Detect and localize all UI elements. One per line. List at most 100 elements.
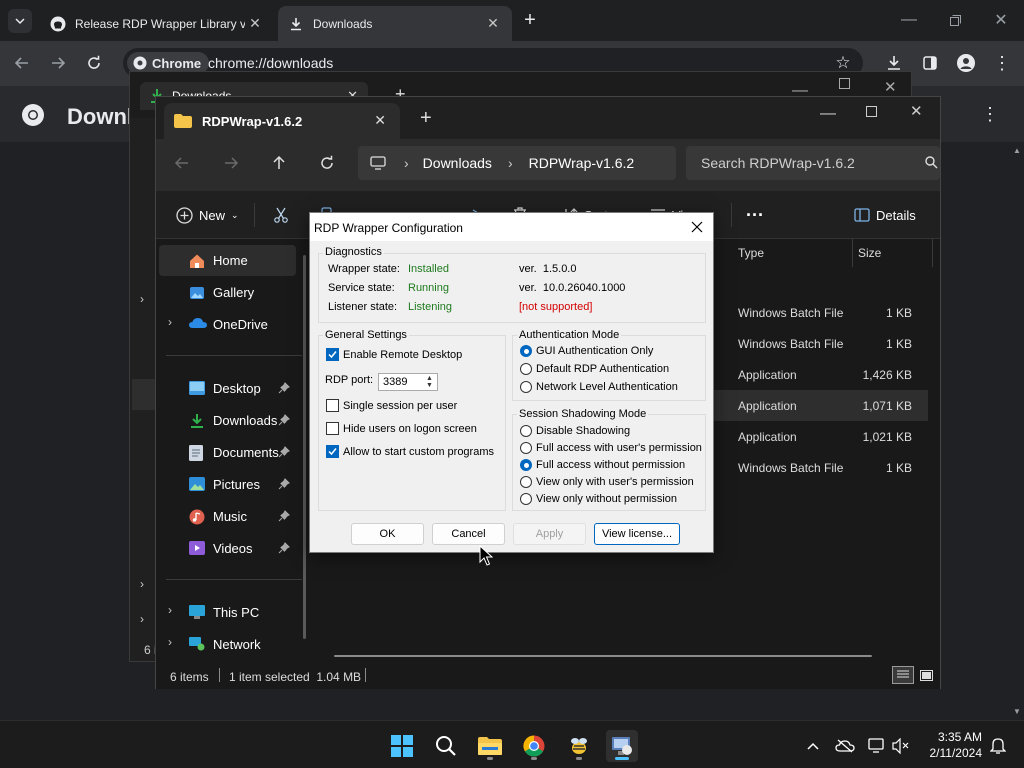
profile-avatar[interactable] (954, 51, 978, 75)
cut-button[interactable] (273, 203, 289, 227)
dialog-titlebar: RDP Wrapper Configuration (310, 213, 713, 241)
tiles-view-button[interactable] (916, 666, 936, 684)
more-options-button[interactable]: ··· (746, 203, 764, 227)
forward-button[interactable] (46, 51, 70, 75)
rdp-port-stepper[interactable]: 3389 ▲ ▼ (378, 373, 438, 391)
tab-close-icon[interactable]: ✕ (484, 14, 502, 32)
close-icon[interactable]: ✕ (374, 112, 386, 129)
close-window-button[interactable]: ✕ (989, 8, 1013, 32)
sidebar-item-videos[interactable]: Videos (159, 533, 296, 564)
bg-chevron-icon[interactable]: › (140, 577, 144, 591)
shadow-full-with-permission-radio[interactable]: Full access with user's permission (520, 442, 702, 454)
breadcrumb[interactable]: › Downloads › RDPWrap-v1.6.2 (358, 146, 676, 180)
sidebar-item-music[interactable]: Music (159, 501, 296, 532)
reload-button[interactable] (82, 51, 106, 75)
tab-close-icon[interactable]: ✕ (246, 14, 264, 32)
allow-custom-programs-checkbox[interactable]: Allow to start custom programs (326, 445, 494, 458)
bg-chevron-icon[interactable]: › (140, 292, 144, 306)
enable-remote-desktop-checkbox[interactable]: Enable Remote Desktop (326, 348, 462, 361)
sidebar-item-pictures[interactable]: Pictures (159, 469, 296, 500)
tab-downloads[interactable]: Downloads ✕ (278, 6, 512, 41)
minimize-button[interactable]: — (897, 8, 921, 32)
page-menu-icon[interactable]: ⋮ (978, 102, 1002, 126)
listener-state-value: Listening (408, 301, 453, 313)
breadcrumb-rdpwrap[interactable]: RDPWrap-v1.6.2 (529, 155, 635, 171)
sidebar-item-desktop[interactable]: Desktop (159, 373, 296, 404)
apply-button[interactable]: Apply (513, 523, 586, 545)
column-type[interactable]: Type (738, 239, 764, 267)
onedrive-tray-button[interactable] (829, 730, 861, 762)
notifications-button[interactable] (982, 730, 1014, 762)
row-type: Windows Batch File (738, 306, 844, 320)
cancel-button[interactable]: Cancel (432, 523, 505, 545)
single-session-checkbox[interactable]: Single session per user (326, 399, 457, 412)
page-scrollbar[interactable]: ▲ ▼ (1008, 142, 1024, 720)
back-button[interactable] (10, 51, 34, 75)
breadcrumb-downloads[interactable]: Downloads (423, 155, 492, 171)
forward-button[interactable] (219, 151, 243, 175)
tab-rdp-release[interactable]: Release RDP Wrapper Library v ✕ (40, 6, 274, 41)
sidebar-item-documents[interactable]: Documents (159, 437, 296, 468)
volume-tray-button[interactable] (885, 730, 917, 762)
file-explorer-taskbar-button[interactable] (474, 730, 506, 762)
search-button[interactable] (430, 730, 462, 762)
maximize-button[interactable] (839, 78, 850, 89)
close-window-button[interactable]: ✕ (884, 78, 897, 96)
restore-button[interactable] (943, 8, 967, 32)
shadow-view-with-permission-radio[interactable]: View only with user's permission (520, 476, 694, 488)
search-input[interactable]: Search RDPWrap-v1.6.2 (686, 146, 940, 180)
auth-nla-radio[interactable]: Network Level Authentication (520, 381, 678, 393)
new-tab-button[interactable]: + (518, 8, 542, 32)
close-button[interactable] (687, 217, 707, 237)
rdp-config-taskbar-button[interactable] (606, 730, 638, 762)
maximize-button[interactable] (866, 106, 877, 117)
nav-pane-scrollbar[interactable] (303, 255, 306, 639)
pin-icon[interactable] (278, 478, 290, 490)
view-license-button[interactable]: View license... (594, 523, 680, 545)
back-button[interactable] (170, 151, 194, 175)
new-button[interactable]: New ⌄ (176, 203, 239, 227)
ok-button[interactable]: OK (351, 523, 424, 545)
details-view-button[interactable] (892, 666, 914, 684)
pin-icon[interactable] (278, 542, 290, 554)
sidebar-item-downloads[interactable]: Downloads (159, 405, 296, 436)
explorer-titlebar: RDPWrap-v1.6.2 ✕ + — ✕ (156, 97, 940, 139)
column-size[interactable]: Size (858, 239, 881, 267)
pin-icon[interactable] (278, 414, 290, 426)
details-button[interactable]: Details (854, 203, 916, 227)
auth-default-rdp-radio[interactable]: Default RDP Authentication (520, 363, 669, 375)
minimize-button[interactable]: — (820, 105, 836, 123)
pin-icon[interactable] (278, 510, 290, 522)
pin-icon[interactable] (278, 446, 290, 458)
bg-chevron-icon[interactable]: › (140, 612, 144, 626)
shadow-view-without-permission-radio[interactable]: View only without permission (520, 493, 677, 505)
explorer-tab[interactable]: RDPWrap-v1.6.2 ✕ (164, 103, 400, 139)
sidebar-item-onedrive[interactable]: OneDrive (159, 309, 296, 340)
app-taskbar-button[interactable] (563, 730, 595, 762)
sidebar-item-gallery[interactable]: Gallery (159, 277, 296, 308)
hide-users-checkbox[interactable]: Hide users on logon screen (326, 422, 477, 435)
show-hidden-icons-button[interactable] (797, 730, 829, 762)
start-button[interactable] (386, 730, 418, 762)
new-tab-icon[interactable]: + (420, 107, 432, 130)
spin-arrows-icon[interactable]: ▲ ▼ (424, 375, 435, 389)
radio-label: View only with user's permission (536, 476, 694, 488)
chrome-menu-button[interactable]: ⋮ (990, 51, 1014, 75)
download-icon (288, 16, 304, 32)
radio-selected-icon (520, 459, 532, 471)
auth-gui-only-radio[interactable]: GUI Authentication Only (520, 345, 653, 357)
shadow-full-without-permission-radio[interactable]: Full access without permission (520, 459, 685, 471)
shadow-disable-radio[interactable]: Disable Shadowing (520, 425, 630, 437)
side-panel-button[interactable] (918, 51, 942, 75)
horizontal-scrollbar[interactable] (334, 655, 872, 657)
sidebar-item-this-pc[interactable]: This PC (159, 597, 296, 628)
up-button[interactable] (267, 151, 291, 175)
close-window-button[interactable]: ✕ (910, 102, 923, 120)
tab-search-button[interactable] (8, 9, 32, 33)
sidebar-item-home[interactable]: Home (159, 245, 296, 276)
pin-icon[interactable] (278, 382, 290, 394)
refresh-button[interactable] (315, 151, 339, 175)
system-clock[interactable]: 3:35 AM 2/11/2024 (922, 729, 983, 761)
sidebar-item-network[interactable]: Network (159, 629, 296, 660)
chrome-taskbar-button[interactable] (518, 730, 550, 762)
